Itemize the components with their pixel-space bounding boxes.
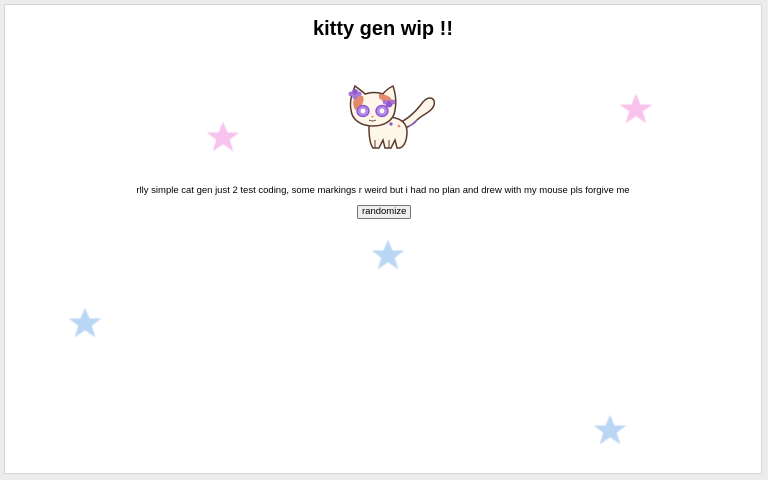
cat-sprite-icon: [348, 84, 436, 149]
page-frame: kitty gen wip !! rlly simple cat gen jus…: [4, 4, 762, 474]
randomize-button[interactable]: randomize: [357, 205, 412, 219]
blue-star-left-icon: [68, 307, 102, 338]
page-title: kitty gen wip !!: [313, 18, 453, 40]
pink-star-left-icon: [206, 121, 240, 152]
pink-star-right-icon: [619, 93, 653, 124]
blue-star-center-icon: [371, 239, 405, 270]
blue-star-bottom-right-icon: [593, 414, 627, 445]
description-text: rlly simple cat gen just 2 test coding, …: [136, 185, 630, 196]
